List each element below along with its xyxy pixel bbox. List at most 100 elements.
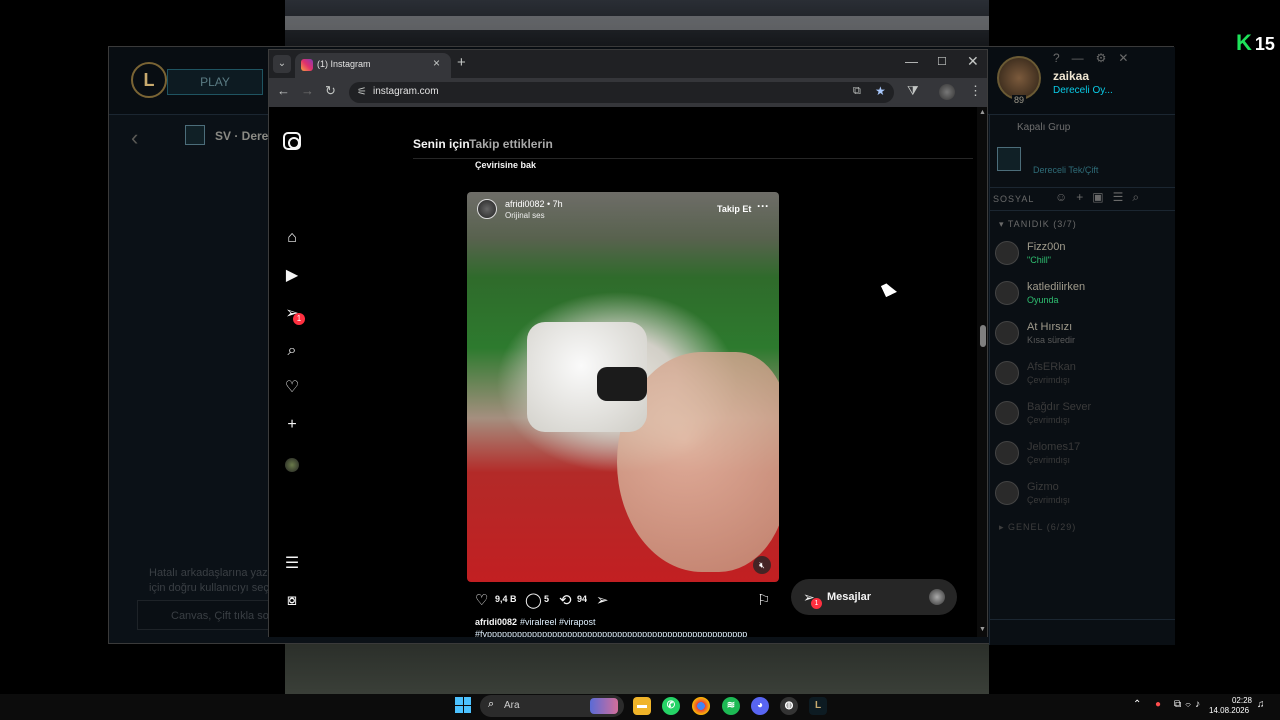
league-window-controls[interactable]: ?—⚙✕: [1053, 51, 1141, 65]
comment-count: 5: [544, 594, 550, 604]
install-app-icon[interactable]: ⧉: [853, 85, 861, 98]
maximize-button[interactable]: ☐: [937, 55, 947, 68]
create-plus-icon[interactable]: +: [283, 416, 301, 434]
heart-icon[interactable]: ♡: [283, 379, 301, 397]
search-icon[interactable]: ⌕: [283, 342, 301, 360]
tab-search-icon[interactable]: ⌄: [273, 55, 291, 73]
avatar: [995, 321, 1019, 345]
friend-item[interactable]: Fizz00n "Chill": [993, 237, 1173, 275]
play-button[interactable]: PLAY: [167, 69, 263, 95]
general-group-header[interactable]: ▸ GENEL (6/29): [999, 522, 1076, 533]
friends-group-header[interactable]: ▾ TANIDIK (3/7): [999, 219, 1077, 230]
queue-icon: [185, 125, 205, 145]
post-author-and-time[interactable]: afridi0082 • 7h: [505, 199, 563, 209]
search-placeholder: Ara: [504, 700, 520, 711]
social-label: SOSYAL: [993, 194, 1035, 204]
start-windows-icon[interactable]: [455, 697, 471, 713]
friend-item[interactable]: Gizmo Çevrimdışı: [993, 477, 1173, 515]
friend-item[interactable]: Bağdır Sever Çevrimdışı: [993, 397, 1173, 435]
profile-avatar[interactable]: [939, 84, 955, 100]
notification-bell-icon[interactable]: ♫: [1257, 699, 1265, 710]
friend-item[interactable]: Jelomes17 Çevrimdışı: [993, 437, 1173, 475]
avatar[interactable]: [477, 199, 497, 219]
league-logo[interactable]: L: [131, 62, 167, 98]
post-actions: ♡ 9,4 B ◯ 5 ⟲ 94 ➢ ⚐: [475, 591, 779, 611]
mute-icon[interactable]: 🔇︎: [753, 556, 771, 574]
clock-date[interactable]: 14.08.2026: [1209, 706, 1249, 715]
back-arrow-icon[interactable]: ‹: [131, 125, 138, 151]
caption-hashtag-more[interactable]: #fyppppppppppppppppppppppppppppppppppppp…: [475, 629, 775, 637]
reload-icon[interactable]: ↻: [325, 83, 336, 99]
spotify-icon[interactable]: ≋: [722, 697, 740, 715]
caption-hashtags[interactable]: #viralreel #virapost: [520, 617, 596, 627]
share-icon[interactable]: ➢: [596, 591, 609, 609]
avatar: [995, 361, 1019, 385]
taskbar: ⌕ Ara ▬ ✆ ≋ ◕ ◍ L ⌃ ● ⧉⌔♪ 02:28 14.08.20…: [0, 694, 1280, 720]
video-content: [597, 367, 647, 401]
more-menu-icon[interactable]: ⋮: [969, 83, 982, 99]
site-info-icon[interactable]: ⚟: [357, 85, 367, 98]
avatar: [995, 241, 1019, 265]
friend-item[interactable]: katledilirken Oyunda: [993, 277, 1173, 315]
scroll-up-icon[interactable]: ▲: [979, 109, 986, 116]
tab-close-icon[interactable]: ×: [433, 56, 440, 70]
more-options-icon[interactable]: ···: [757, 199, 769, 213]
friend-item[interactable]: AfsERkan Çevrimdışı: [993, 357, 1173, 395]
more-apps-icon[interactable]: ⧇: [283, 592, 301, 610]
back-icon[interactable]: ←: [277, 83, 290, 98]
forward-icon[interactable]: →: [301, 83, 314, 98]
tab-strip: ⌄ (1) Instagram × + — ☐ ✕: [269, 50, 987, 78]
post-audio[interactable]: Orijinal ses: [505, 211, 545, 220]
avatar[interactable]: [997, 56, 1041, 100]
close-button[interactable]: ✕: [967, 53, 979, 70]
whatsapp-icon[interactable]: ✆: [662, 697, 680, 715]
clock-time[interactable]: 02:28: [1222, 696, 1252, 705]
scrollbar[interactable]: [977, 107, 987, 637]
menu-hamburger-icon[interactable]: ☰: [283, 555, 301, 573]
address-bar[interactable]: ⚟ instagram.com ⧉ ★: [349, 82, 894, 103]
level-badge: 89: [1012, 95, 1027, 105]
like-heart-icon[interactable]: ♡: [475, 591, 488, 609]
home-icon[interactable]: ⌂: [283, 229, 301, 247]
scroll-down-icon[interactable]: ▼: [979, 626, 986, 633]
tray-overflow-icon[interactable]: ⌃: [1133, 699, 1141, 710]
reel-video[interactable]: afridi0082 • 7h Orijinal ses Takip Et ··…: [467, 192, 779, 582]
avatar: [995, 441, 1019, 465]
search-highlight-image: [590, 698, 618, 714]
instagram-sidebar: ⌂ ▶ ➢ 1 ⌕ ♡ + ☰ ⧇: [269, 107, 317, 637]
instagram-logo-icon[interactable]: [283, 132, 301, 150]
profile-avatar[interactable]: [285, 458, 299, 472]
browser-toolbar: ← → ↻ ⚟ instagram.com ⧉ ★ ⧩ ⋮: [269, 78, 987, 107]
tray-status-icon[interactable]: ⧉⌔♪: [1174, 699, 1204, 710]
steam-icon[interactable]: ◍: [780, 697, 798, 715]
comment-icon[interactable]: ◯: [525, 591, 542, 609]
taskbar-search[interactable]: ⌕ Ara: [480, 695, 624, 717]
microphone-icon[interactable]: ●: [1155, 699, 1161, 710]
browser-tab[interactable]: (1) Instagram ×: [295, 53, 451, 78]
see-translation-link[interactable]: Çevirisine bak: [475, 160, 536, 170]
social-actions-icon[interactable]: ☺+▣☰⌕: [1055, 190, 1148, 205]
messages-button[interactable]: ➢ 1 Mesajlar: [791, 579, 957, 615]
instagram-favicon-icon: [301, 59, 313, 71]
bookmark-star-icon[interactable]: ★: [875, 84, 886, 98]
repost-icon[interactable]: ⟲: [559, 591, 572, 609]
tab-for-you[interactable]: Senin için: [413, 137, 470, 151]
minimize-button[interactable]: —: [905, 54, 918, 69]
discord-icon[interactable]: ◕: [751, 697, 769, 715]
scrollbar-thumb[interactable]: [980, 325, 986, 347]
tab-following[interactable]: Takip ettiklerin: [469, 137, 553, 151]
new-tab-button[interactable]: +: [457, 54, 466, 71]
bookmark-icon[interactable]: ⚐: [757, 591, 770, 609]
friend-item[interactable]: At Hırsızı Kısa süredir: [993, 317, 1173, 355]
caption-username[interactable]: afridi0082: [475, 617, 517, 627]
avatar: [995, 401, 1019, 425]
reels-icon[interactable]: ▶: [283, 267, 301, 285]
file-explorer-icon[interactable]: ▬: [633, 697, 651, 715]
user-status[interactable]: Dereceli Oy...: [1053, 85, 1113, 96]
league-client-icon[interactable]: L: [809, 697, 827, 715]
avatar: [929, 589, 945, 605]
social-bottom-bar: [989, 619, 1175, 645]
extensions-icon[interactable]: ⧩: [907, 83, 919, 99]
follow-button[interactable]: Takip Et: [717, 204, 751, 214]
chrome-icon[interactable]: [692, 697, 710, 715]
